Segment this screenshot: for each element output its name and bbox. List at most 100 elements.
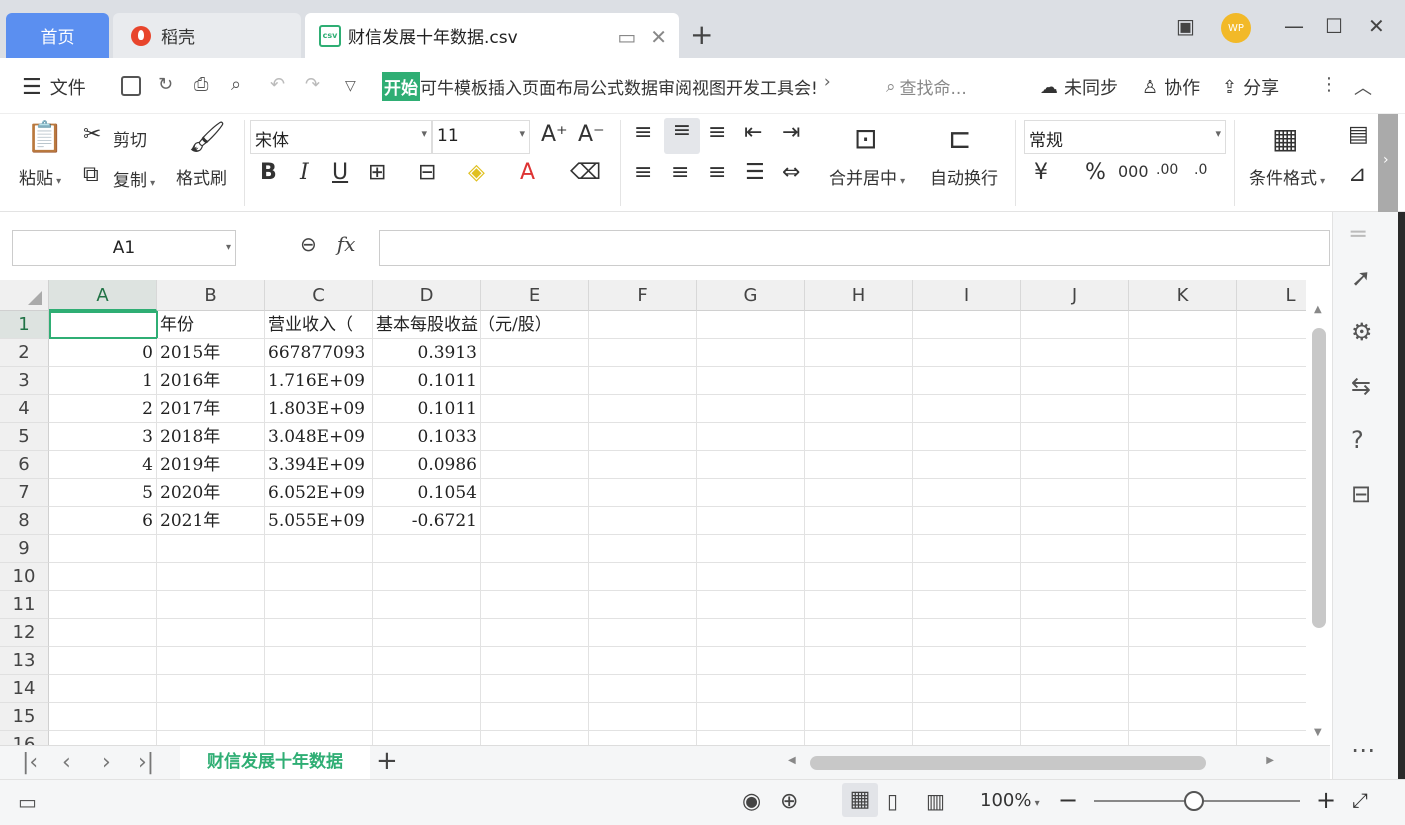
cell-c4[interactable]: 1.803E+09 [265,395,373,423]
decrease-font-icon[interactable]: A⁻ [578,122,605,147]
font-color-icon[interactable]: A [520,160,535,185]
cell-d8[interactable]: -0.6721 [373,507,481,535]
cell-b15[interactable] [157,703,265,731]
align-top-icon[interactable]: ≡ [634,120,652,145]
cell-k9[interactable] [1129,535,1237,563]
zoom-in-icon[interactable]: + [1316,786,1336,814]
scroll-down-icon[interactable]: ▼ [1314,727,1322,738]
cell-j15[interactable] [1021,703,1129,731]
cell-d13[interactable] [373,647,481,675]
cell-l11[interactable] [1237,591,1306,619]
cell-j10[interactable] [1021,563,1129,591]
cell-c5[interactable]: 3.048E+09 [265,423,373,451]
cell-j3[interactable] [1021,367,1129,395]
cell-k10[interactable] [1129,563,1237,591]
cell-b8[interactable]: 2021年 [157,507,265,535]
cell-a2[interactable]: 0 [49,339,157,367]
tab-template[interactable]: 可牛模板 [420,72,488,101]
cell-j13[interactable] [1021,647,1129,675]
cell-a9[interactable] [49,535,157,563]
zoom-formula-icon[interactable]: ⊖ [300,232,317,256]
last-sheet-icon[interactable]: ›| [138,750,154,775]
horizontal-scroll-thumb[interactable] [810,756,1206,770]
cell-f8[interactable] [589,507,697,535]
cell-j12[interactable] [1021,619,1129,647]
percent-icon[interactable]: % [1085,160,1106,185]
cell-b14[interactable] [157,675,265,703]
tab-document[interactable]: csv 财信发展十年数据.csv ▭ ✕ [305,13,679,58]
cell-i16[interactable] [913,731,1021,745]
row-header-10[interactable]: 10 [0,563,49,591]
cell-l1[interactable] [1237,311,1306,339]
cell-f4[interactable] [589,395,697,423]
cell-d2[interactable]: 0.3913 [373,339,481,367]
cell-g13[interactable] [697,647,805,675]
cell-j11[interactable] [1021,591,1129,619]
cell-i7[interactable] [913,479,1021,507]
sync-button[interactable]: ☁ 未同步 [1040,74,1118,100]
zoom-level[interactable]: 100% ▾ [980,790,1040,811]
cell-c6[interactable]: 3.394E+09 [265,451,373,479]
cell-l6[interactable] [1237,451,1306,479]
cell-i6[interactable] [913,451,1021,479]
maximize-icon[interactable]: ☐ [1325,14,1343,38]
cell-l9[interactable] [1237,535,1306,563]
cell-b7[interactable]: 2020年 [157,479,265,507]
row-header-3[interactable]: 3 [0,367,49,395]
cell-b6[interactable]: 2019年 [157,451,265,479]
cell-a10[interactable] [49,563,157,591]
cell-h8[interactable] [805,507,913,535]
cell-e15[interactable] [481,703,589,731]
cell-h5[interactable] [805,423,913,451]
row-header-14[interactable]: 14 [0,675,49,703]
cell-f7[interactable] [589,479,697,507]
cell-l12[interactable] [1237,619,1306,647]
column-header-a[interactable]: A [49,280,157,311]
decrease-indent-icon[interactable]: ⇤ [744,120,762,145]
cell-l13[interactable] [1237,647,1306,675]
tab-member[interactable]: 会! [794,72,818,101]
cell-c2[interactable]: 667877093 [265,339,373,367]
cell-e16[interactable] [481,731,589,745]
cell-b9[interactable] [157,535,265,563]
cell-d4[interactable]: 0.1011 [373,395,481,423]
normal-view-icon[interactable]: ▦ [842,783,878,817]
cell-e4[interactable] [481,395,589,423]
cell-k7[interactable] [1129,479,1237,507]
cell-g7[interactable] [697,479,805,507]
cell-a3[interactable]: 1 [49,367,157,395]
name-box[interactable]: A1 [12,230,236,266]
cell-j5[interactable] [1021,423,1129,451]
cell-l2[interactable] [1237,339,1306,367]
cell-j4[interactable] [1021,395,1129,423]
cell-i14[interactable] [913,675,1021,703]
copy-button[interactable]: 复制 ▾ [113,166,155,191]
fill-pattern-icon[interactable]: ⊟ [418,160,436,185]
cell-h14[interactable] [805,675,913,703]
window-list-icon[interactable]: ▣ [1176,14,1195,38]
bold-icon[interactable]: B [260,160,277,185]
underline-icon[interactable]: U [332,160,348,185]
cell-k3[interactable] [1129,367,1237,395]
cell-b10[interactable] [157,563,265,591]
cell-j9[interactable] [1021,535,1129,563]
currency-icon[interactable]: ¥ [1034,160,1048,185]
cell-k2[interactable] [1129,339,1237,367]
row-header-6[interactable]: 6 [0,451,49,479]
cell-k15[interactable] [1129,703,1237,731]
cell-i10[interactable] [913,563,1021,591]
cell-f9[interactable] [589,535,697,563]
cell-f5[interactable] [589,423,697,451]
file-menu[interactable]: ☰ 文件 [22,74,86,100]
prev-sheet-icon[interactable]: ‹ [62,750,71,775]
eye-protection-icon[interactable]: ◉ [742,789,761,814]
column-header-f[interactable]: F [589,280,697,311]
cell-i15[interactable] [913,703,1021,731]
cell-g2[interactable] [697,339,805,367]
cell-h7[interactable] [805,479,913,507]
tab-page-layout[interactable]: 页面布局 [522,72,590,101]
cell-i1[interactable] [913,311,1021,339]
cell-k6[interactable] [1129,451,1237,479]
tab-data[interactable]: 数据 [624,72,658,101]
cell-l10[interactable] [1237,563,1306,591]
